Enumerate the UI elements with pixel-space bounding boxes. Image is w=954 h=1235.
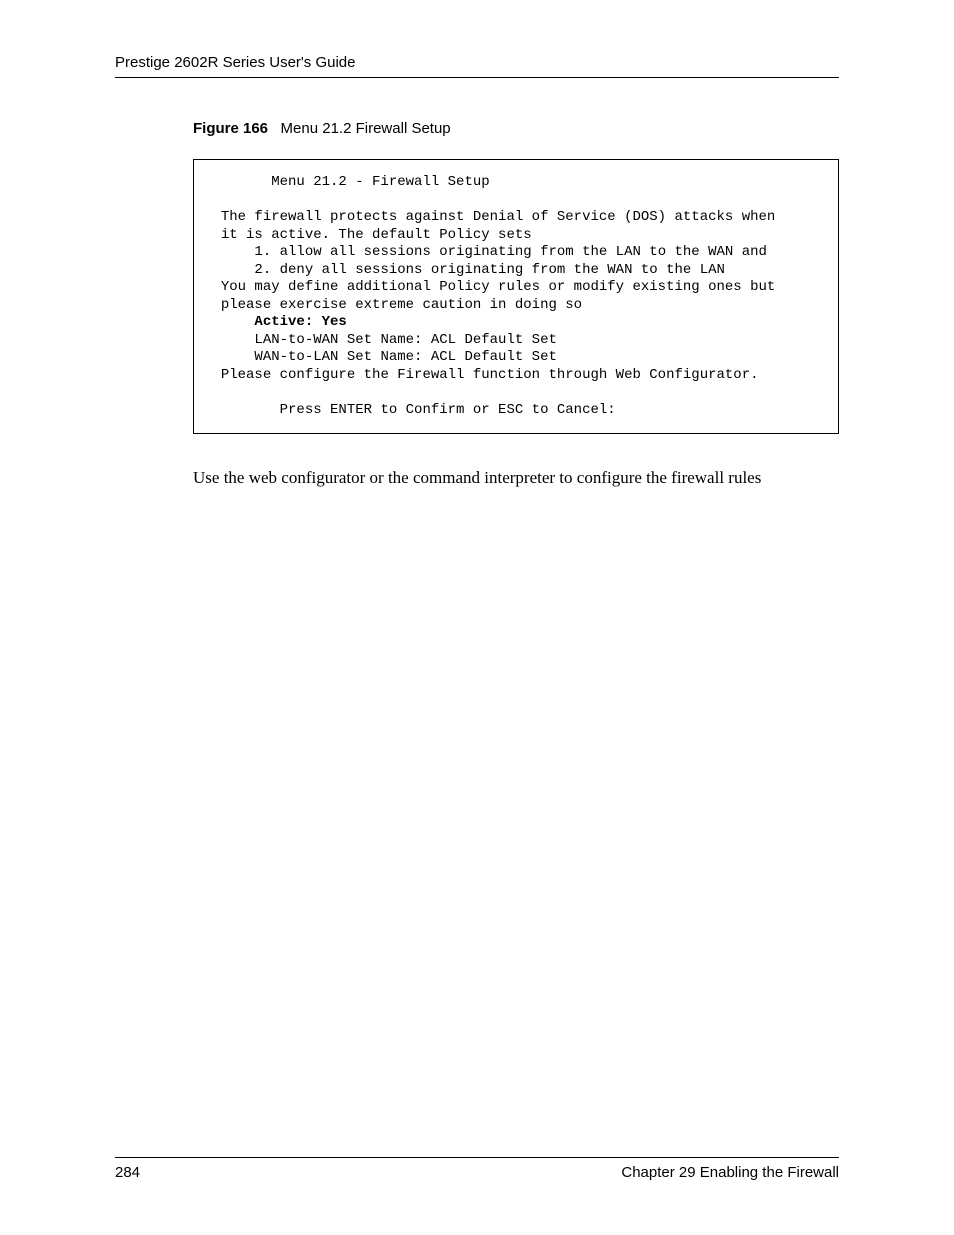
chapter-title: Chapter 29 Enabling the Firewall — [621, 1164, 839, 1181]
terminal-menu-title: Menu 21.2 - Firewall Setup — [271, 174, 489, 190]
terminal-screen: Menu 21.2 - Firewall Setup The firewall … — [193, 159, 839, 434]
terminal-intro-line1: The firewall protects against Denial of … — [221, 209, 776, 225]
terminal-policy-1: 1. allow all sessions originating from t… — [254, 244, 766, 260]
terminal-note-line1: You may define additional Policy rules o… — [221, 279, 776, 295]
page-footer: 284 Chapter 29 Enabling the Firewall — [115, 1157, 839, 1181]
terminal-config-note: Please configure the Firewall function t… — [221, 367, 759, 383]
figure-caption: Figure 166 Menu 21.2 Firewall Setup — [193, 120, 839, 137]
terminal-wan-to-lan: WAN-to-LAN Set Name: ACL Default Set — [254, 349, 556, 365]
terminal-active-field: Active: Yes — [254, 314, 346, 330]
body-paragraph: Use the web configurator or the command … — [193, 468, 839, 488]
figure-label: Figure 166 — [193, 120, 268, 137]
terminal-prompt: Press ENTER to Confirm or ESC to Cancel: — [280, 402, 616, 418]
terminal-policy-2: 2. deny all sessions originating from th… — [254, 262, 724, 278]
terminal-lan-to-wan: LAN-to-WAN Set Name: ACL Default Set — [254, 332, 556, 348]
page-number: 284 — [115, 1164, 140, 1181]
figure-title: Menu 21.2 Firewall Setup — [281, 120, 451, 137]
terminal-note-line2: please exercise extreme caution in doing… — [221, 297, 582, 313]
terminal-intro-line2: it is active. The default Policy sets — [221, 227, 532, 243]
running-head: Prestige 2602R Series User's Guide — [115, 54, 839, 78]
